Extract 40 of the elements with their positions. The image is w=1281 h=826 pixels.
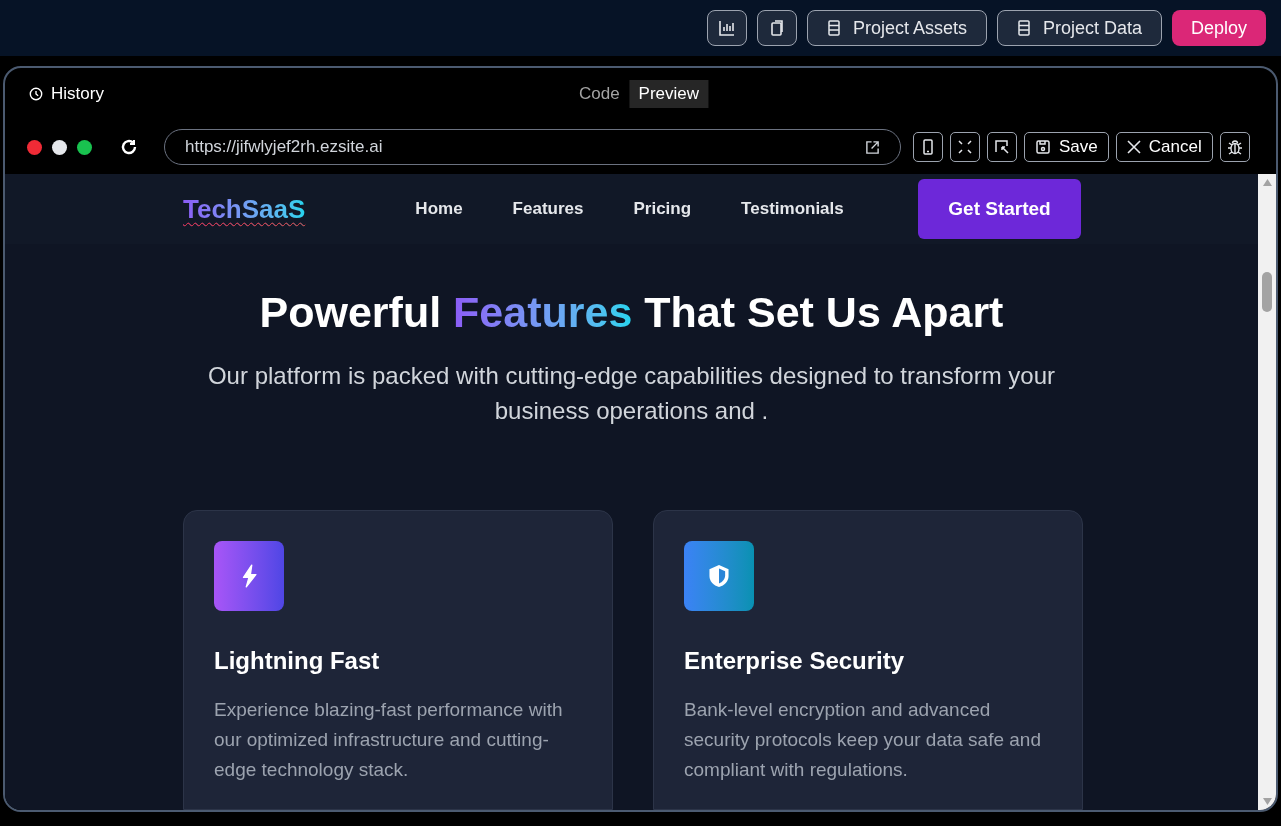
section-subtitle: Our platform is packed with cutting-edge capabilities designed to transform your business operations and .: [206, 361, 1057, 426]
cursor-icon: [993, 138, 1011, 156]
reload-icon[interactable]: [120, 138, 138, 156]
save-button[interactable]: Save: [1024, 132, 1109, 162]
get-started-button[interactable]: Get Started: [918, 179, 1081, 240]
fullscreen-button[interactable]: [950, 132, 980, 162]
expand-icon: [956, 138, 974, 156]
chart-button[interactable]: [706, 10, 747, 46]
debug-button[interactable]: [1219, 132, 1250, 162]
nav-link[interactable]: Pricing: [633, 196, 692, 222]
history-button[interactable]: History: [51, 81, 104, 107]
shield-icon: [684, 541, 754, 611]
database-icon: [826, 20, 841, 36]
nav-link[interactable]: Testimonials: [741, 196, 844, 222]
feature-description: Experience blazing-fast performance with our optimized infrastructure and cutting-edge technology stack.: [214, 698, 564, 782]
close-icon: [1126, 140, 1141, 154]
history-icon: [29, 87, 43, 101]
mobile-view-button[interactable]: [913, 132, 943, 162]
cancel-button[interactable]: Cancel: [1115, 132, 1213, 162]
feature-title: Lightning Fast: [214, 646, 381, 676]
nav-link[interactable]: Features: [512, 196, 584, 222]
feature-description: Bank-level encryption and advanced security protocols keep your data safe and compliant with regulations.: [684, 698, 1042, 782]
external-link-icon[interactable]: [865, 139, 880, 155]
toolbar-button[interactable]: Project Assets: [806, 10, 987, 46]
select-element-button[interactable]: [987, 132, 1017, 162]
database-icon: [1016, 20, 1031, 36]
copy-icon: [768, 19, 785, 37]
mode-tab[interactable]: Preview: [629, 80, 709, 108]
bug-icon: [1225, 138, 1244, 156]
scroll-thumb[interactable]: [1262, 272, 1272, 312]
toolbar-button[interactable]: Project Data: [996, 10, 1162, 46]
scrollbar[interactable]: [1258, 174, 1276, 810]
nav-link[interactable]: Home: [415, 196, 463, 222]
copy-button[interactable]: [756, 10, 797, 46]
deploy-button[interactable]: Deploy: [1171, 10, 1266, 46]
bolt-icon: [214, 541, 284, 611]
section-heading: Powerful Features That Set Us Apart: [258, 287, 1005, 339]
feature-title: Enterprise Security: [684, 646, 906, 676]
mode-tab[interactable]: Code: [572, 81, 626, 107]
bar-chart-icon: [717, 19, 736, 37]
